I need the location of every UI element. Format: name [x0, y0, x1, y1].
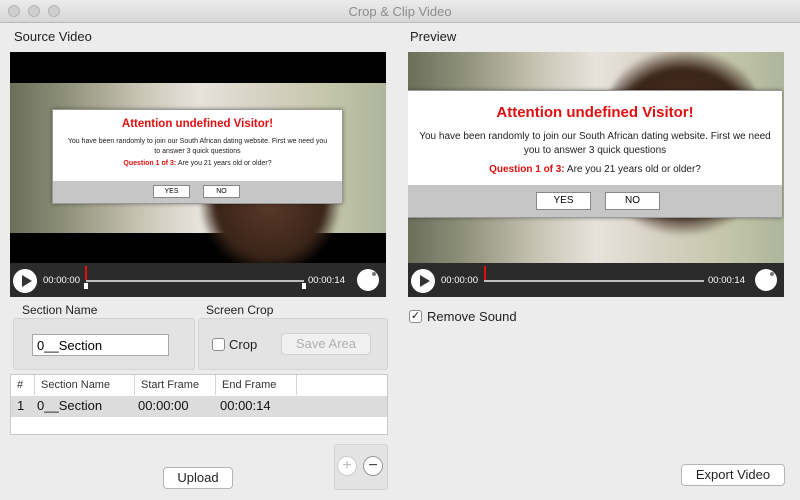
source-player-bar: 00:00:00 00:00:14: [10, 263, 386, 297]
source-video-frame[interactable]: Attention undefined Visitor! You have be…: [10, 52, 386, 263]
preview-yes-button[interactable]: YES: [536, 192, 591, 210]
source-start-marker[interactable]: [85, 266, 87, 280]
sections-table: # Section Name Start Frame End Frame 1 0…: [10, 374, 388, 435]
export-video-button[interactable]: Export Video: [681, 464, 785, 486]
preview-dialog-title: Attention undefined Visitor!: [496, 104, 694, 121]
crop-label: Crop: [229, 337, 258, 352]
preview-dialog: Attention undefined Visitor! You have be…: [408, 90, 782, 218]
row-section-name: 0__Section: [37, 398, 103, 413]
table-header-end-frame[interactable]: End Frame: [216, 375, 297, 395]
preview-no-button[interactable]: NO: [605, 192, 660, 210]
source-question-prefix: Question 1 of 3:: [123, 160, 177, 167]
source-play-button[interactable]: [13, 269, 37, 293]
row-end-frame: 00:00:14: [220, 398, 271, 413]
preview-question-text: Are you 21 years old or older?: [564, 164, 701, 175]
preview-time-end: 00:00:14: [708, 275, 745, 286]
source-seek-track[interactable]: [86, 280, 304, 282]
remove-section-button[interactable]: −: [363, 456, 383, 476]
source-dialog-button-bar: YES NO: [53, 181, 342, 203]
source-start-handle[interactable]: [84, 283, 88, 289]
crop-checkbox[interactable]: [212, 338, 225, 351]
source-video-label: Source Video: [14, 29, 92, 44]
preview-dialog-question: Question 1 of 3: Are you 21 years old or…: [408, 164, 782, 175]
source-question-text: Are you 21 years old or older?: [176, 160, 272, 167]
preview-time-start: 00:00:00: [441, 275, 478, 286]
preview-video-frame[interactable]: Attention undefined Visitor! You have be…: [408, 52, 784, 263]
preview-position-marker[interactable]: [484, 266, 486, 280]
add-section-button[interactable]: +: [337, 456, 357, 476]
preview-volume-knob[interactable]: [755, 269, 777, 291]
table-header-number[interactable]: #: [11, 375, 35, 395]
preview-player-bar: 00:00:00 00:00:14: [408, 263, 784, 297]
table-header-start-frame[interactable]: Start Frame: [135, 375, 216, 395]
source-dialog-body: You have been randomly to join our South…: [67, 138, 328, 155]
preview-question-prefix: Question 1 of 3:: [489, 164, 565, 175]
section-name-input[interactable]: [32, 334, 169, 356]
source-time-end: 00:00:14: [308, 275, 345, 286]
preview-label: Preview: [410, 29, 457, 44]
section-name-label: Section Name: [22, 303, 98, 317]
title-bar: Crop & Clip Video: [0, 0, 800, 23]
preview-dialog-button-bar: YES NO: [408, 185, 782, 217]
remove-sound-label: Remove Sound: [427, 309, 517, 324]
table-header-section-name[interactable]: Section Name: [35, 375, 135, 395]
screen-crop-label: Screen Crop: [206, 303, 274, 317]
save-area-button[interactable]: Save Area: [281, 333, 371, 355]
source-dialog-title: Attention undefined Visitor!: [121, 118, 274, 130]
remove-sound-checkbox[interactable]: ✓: [409, 310, 422, 323]
source-end-handle[interactable]: [302, 283, 306, 289]
row-start-frame: 00:00:00: [138, 398, 189, 413]
upload-button[interactable]: Upload: [163, 467, 233, 489]
source-dialog-question: Question 1 of 3: Are you 21 years old or…: [53, 160, 342, 167]
window-title: Crop & Clip Video: [348, 4, 452, 19]
source-yes-button[interactable]: YES: [153, 185, 190, 198]
source-dialog: Attention undefined Visitor! You have be…: [52, 109, 343, 204]
preview-dialog-body: You have been randomly to join our South…: [419, 131, 771, 156]
preview-play-button[interactable]: [411, 269, 435, 293]
source-time-start: 00:00:00: [43, 275, 80, 286]
preview-seek-track[interactable]: [484, 280, 704, 282]
table-row[interactable]: 1 0__Section 00:00:00 00:00:14: [11, 396, 387, 417]
source-no-button[interactable]: NO: [203, 185, 240, 198]
source-volume-knob[interactable]: [357, 269, 379, 291]
